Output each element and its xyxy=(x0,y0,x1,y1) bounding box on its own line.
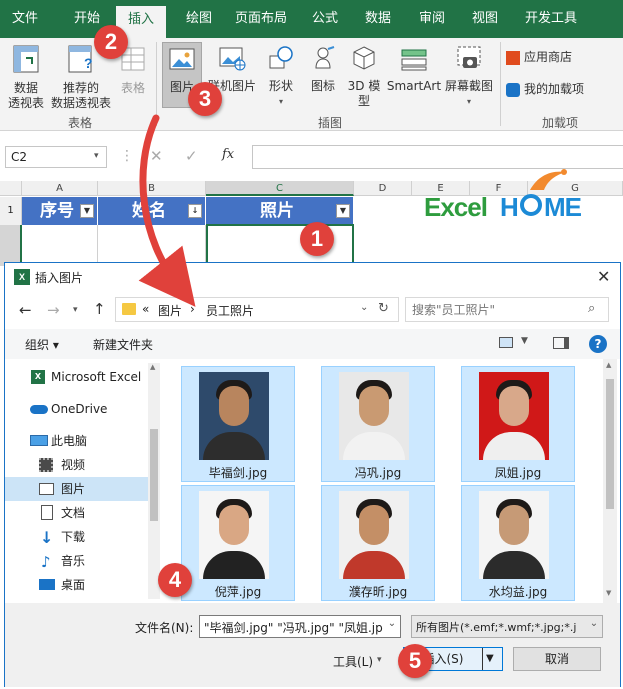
step-badge-4: 4 xyxy=(158,563,192,597)
step-badge-1: 1 xyxy=(300,222,334,256)
step-badge-3: 3 xyxy=(188,82,222,116)
step-badge-5: 5 xyxy=(398,644,432,678)
annotation-arrow xyxy=(138,114,196,307)
step-badge-2: 2 xyxy=(94,25,128,59)
